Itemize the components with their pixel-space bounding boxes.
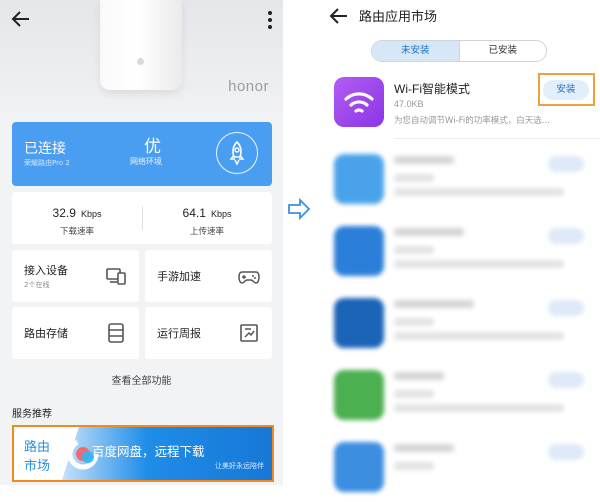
list-item[interactable]: [317, 150, 600, 214]
tile-connected-devices[interactable]: 接入设备 2个在线: [12, 250, 139, 302]
rocket-icon: [229, 140, 245, 166]
speedup-button[interactable]: [216, 132, 258, 174]
install-tabs: 未安装 已安装: [371, 40, 547, 62]
tile-weekly-report[interactable]: 运行周报: [145, 307, 272, 359]
banner-title: 百度网盘，远程下载: [92, 444, 205, 459]
storage-icon: [108, 323, 124, 343]
list-item[interactable]: [317, 222, 600, 286]
upload-speed: 64.1 Kbps 上传速率: [182, 206, 232, 237]
tile-game-boost[interactable]: 手游加速: [145, 250, 272, 302]
app-icon[interactable]: [334, 77, 384, 127]
download-speed: 32.9 Kbps 下载速率: [52, 206, 102, 237]
app-name: Wi-Fi智能模式: [394, 82, 470, 96]
tab-not-installed[interactable]: 未安装: [372, 41, 460, 61]
install-button[interactable]: 安装: [543, 80, 589, 100]
step-arrow-icon: [288, 198, 311, 220]
report-icon: [240, 324, 258, 342]
page-title: 路由应用市场: [359, 10, 438, 25]
router-hero: honor: [0, 0, 283, 112]
section-title: 服务推荐: [12, 409, 52, 420]
app-description: 为您自动调节Wi-Fi的功率模式，白天选...: [394, 116, 550, 126]
view-all-features-link[interactable]: 查看全部功能: [0, 372, 283, 387]
gamepad-icon: [238, 271, 260, 284]
back-arrow-icon[interactable]: [10, 8, 32, 30]
app-market-screen: 路由应用市场 未安装 已安装 Wi-Fi智能模式 47.0KB 为您自动调节Wi…: [317, 0, 600, 492]
tab-installed[interactable]: 已安装: [460, 41, 547, 61]
list-item[interactable]: [317, 294, 600, 358]
devices-icon: [106, 268, 126, 285]
router-home-screen: honor 已连接 荣耀路由Pro 2 优 网络环境 32.9 Kbps 下载速…: [0, 0, 283, 485]
network-quality-label: 网络环境: [130, 157, 162, 166]
network-quality: 优: [144, 137, 161, 157]
app-size: 47.0KB: [394, 99, 424, 109]
list-item[interactable]: [317, 366, 600, 430]
list-item[interactable]: [317, 438, 600, 502]
router-image: [100, 0, 182, 90]
back-arrow-icon[interactable]: [329, 6, 349, 26]
speed-card: 32.9 Kbps 下载速率 64.1 Kbps 上传速率: [12, 192, 272, 244]
banner-label: 路由 市场: [14, 427, 64, 480]
divider: [394, 138, 600, 139]
router-model: 荣耀路由Pro 2: [24, 159, 70, 167]
more-menu-icon[interactable]: [267, 10, 273, 30]
router-market-banner[interactable]: 路由 市场 百度网盘，远程下载 让美好永远陪伴: [12, 425, 274, 482]
connection-status-card[interactable]: 已连接 荣耀路由Pro 2 优 网络环境: [12, 122, 272, 186]
tile-router-storage[interactable]: 路由存储: [12, 307, 139, 359]
brand-logo: honor: [228, 78, 269, 95]
banner-subtitle: 让美好永远陪伴: [215, 462, 264, 470]
status-title: 已连接: [24, 141, 66, 157]
wifi-icon: [344, 92, 374, 113]
